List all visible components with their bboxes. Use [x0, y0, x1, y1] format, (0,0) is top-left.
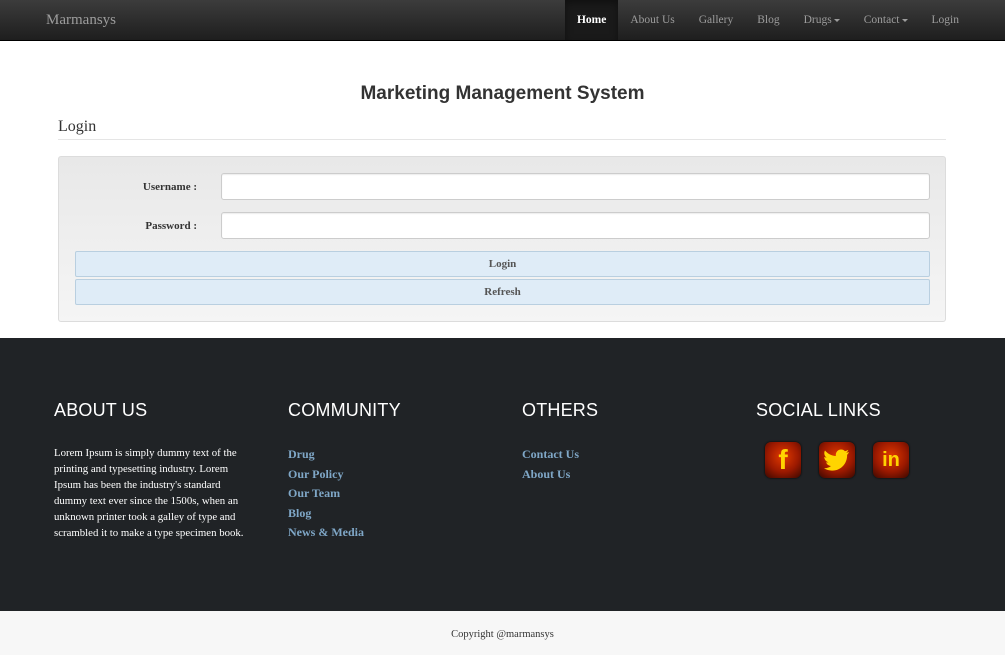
facebook-icon[interactable]: f — [765, 442, 801, 478]
password-input[interactable] — [221, 212, 930, 239]
username-input[interactable] — [221, 173, 930, 200]
caret-down-icon — [901, 19, 908, 22]
brand-logo[interactable]: Marmansys — [46, 12, 116, 29]
copyright-bar: Copyright @marmansys — [0, 611, 1005, 655]
footer-link-our-policy[interactable]: Our Policy — [288, 465, 401, 485]
footer-link-contact-us[interactable]: Contact Us — [522, 445, 598, 465]
nav-menu: Home About Us Gallery Blog Drugs Contact… — [564, 0, 971, 40]
footer-social: SOCIAL LINKS f in — [756, 400, 909, 478]
nav-item-drugs[interactable]: Drugs — [792, 0, 852, 40]
nav-item-gallery[interactable]: Gallery — [687, 0, 745, 40]
nav-item-login[interactable]: Login — [920, 0, 971, 40]
login-form: Username : Password : Login Refresh — [58, 156, 946, 322]
nav-item-home[interactable]: Home — [564, 0, 619, 40]
linkedin-icon[interactable]: in — [873, 442, 909, 478]
footer-link-our-team[interactable]: Our Team — [288, 484, 401, 504]
nav-item-blog[interactable]: Blog — [745, 0, 791, 40]
nav-item-about-us[interactable]: About Us — [618, 0, 686, 40]
twitter-icon[interactable] — [819, 442, 855, 478]
others-title: OTHERS — [522, 400, 599, 420]
refresh-button[interactable]: Refresh — [75, 279, 930, 305]
page-title: Marketing Management System — [360, 83, 645, 104]
social-title: SOCIAL LINKS — [756, 400, 881, 420]
username-label: Username : — [142, 181, 197, 193]
copyright-text: Copyright @marmansys — [451, 629, 554, 640]
nav-item-contact[interactable]: Contact — [852, 0, 920, 40]
about-title: ABOUT US — [54, 400, 148, 420]
top-navbar: Marmansys Home About Us Gallery Blog Dru… — [0, 0, 1005, 41]
footer-about: ABOUT US Lorem Ipsum is simply dummy tex… — [54, 400, 246, 541]
login-button[interactable]: Login — [75, 251, 930, 277]
community-title: COMMUNITY — [288, 400, 401, 420]
footer-others: OTHERS Contact Us About Us — [522, 400, 598, 484]
password-label: Password : — [145, 220, 197, 232]
caret-down-icon — [833, 19, 840, 22]
about-text: Lorem Ipsum is simply dummy text of the … — [54, 447, 244, 539]
footer-community: COMMUNITY Drug Our Policy Our Team Blog … — [288, 400, 401, 543]
footer-link-drug[interactable]: Drug — [288, 445, 401, 465]
footer-link-about-us[interactable]: About Us — [522, 465, 598, 485]
login-section-title: Login — [58, 118, 946, 140]
footer-link-news-media[interactable]: News & Media — [288, 523, 401, 543]
footer-link-blog[interactable]: Blog — [288, 504, 401, 524]
footer: ABOUT US Lorem Ipsum is simply dummy tex… — [0, 338, 1005, 611]
